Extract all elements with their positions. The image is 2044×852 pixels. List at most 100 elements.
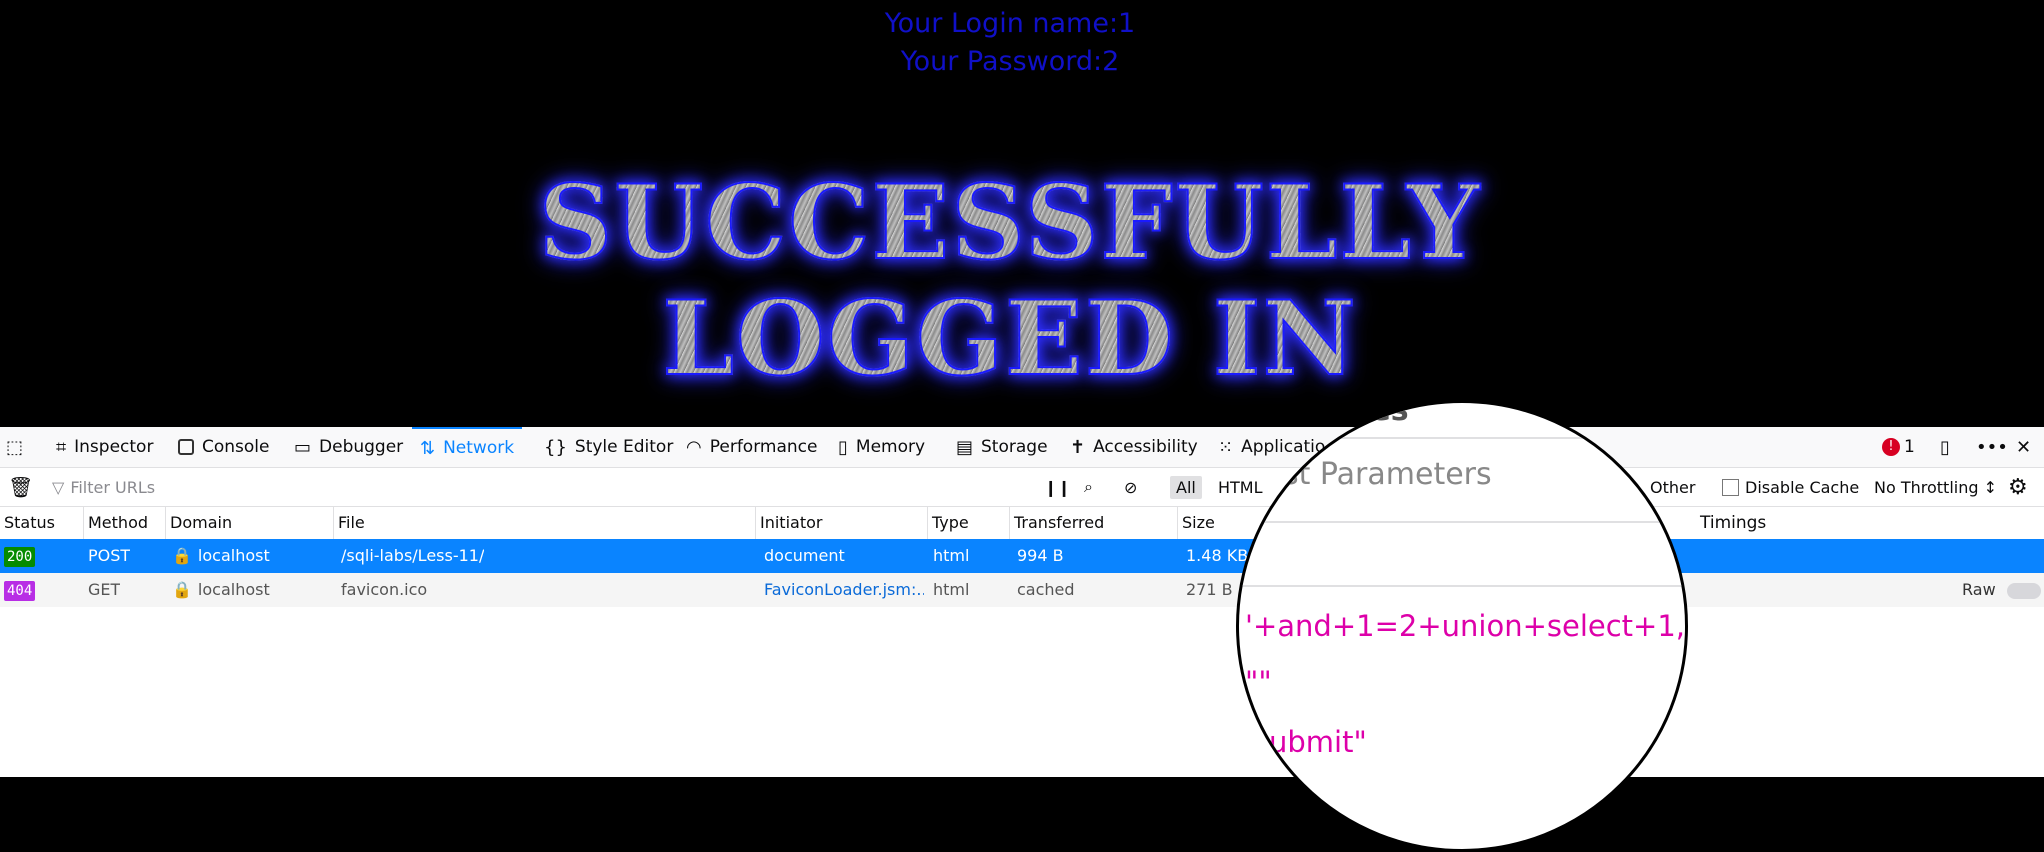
type-cell: html <box>933 546 970 565</box>
filter-other-button[interactable]: Other <box>1644 468 1701 506</box>
page-content: Your Login name:1 Your Password:2 SUCCES… <box>0 0 2044 427</box>
tab-console[interactable]: Console <box>178 427 270 467</box>
tab-label: Inspector <box>74 437 154 457</box>
close-icon: ✕ <box>2016 436 2032 458</box>
file-cell: /sqli-labs/Less-11/ <box>341 546 485 565</box>
tab-memory[interactable]: ▯ Memory <box>838 427 925 467</box>
pause-button[interactable]: ❙❙ <box>1044 468 1071 506</box>
block-button[interactable]: ⊘ <box>1124 468 1137 506</box>
filter-icon: ▽ <box>52 477 65 497</box>
block-icon: ⊘ <box>1124 477 1138 497</box>
initiator-cell: document <box>764 546 845 565</box>
gauge-icon: ◠ <box>686 436 702 458</box>
lock-icon: 🔒 <box>172 580 192 599</box>
network-settings-button[interactable]: ⚙ <box>2008 468 2028 506</box>
size-cell: 1.48 KB <box>1186 546 1249 565</box>
throttling-select[interactable]: No Throttling ↕ <box>1874 468 1997 506</box>
status-cell: 200 <box>4 539 36 573</box>
tab-accessibility[interactable]: ✝ Accessibility <box>1070 427 1198 467</box>
dock-icon: ▯ <box>1940 436 1950 458</box>
request-parameters-label: st Parameters <box>1283 457 1492 492</box>
type-cell: html <box>933 580 970 599</box>
storage-icon: ▤ <box>956 436 974 458</box>
column-method[interactable]: Method <box>84 507 166 539</box>
domain-text: localhost <box>197 546 270 565</box>
filter-other-label: Other <box>1650 477 1696 497</box>
column-file[interactable]: File <box>334 507 756 539</box>
file-cell: favicon.ico <box>341 580 428 599</box>
param-value-username: '+and+1=2+union+select+1,2#" <box>1245 609 1685 643</box>
magnifier-overlay: ookies st Parameters '+and+1=2+union+sel… <box>1236 400 1688 852</box>
chip-icon: ▯ <box>838 436 848 458</box>
success-banner-line2: LOGGED IN <box>0 283 2020 395</box>
element-picker-button[interactable]: ⬚ <box>6 427 31 467</box>
tab-debugger[interactable]: ▭ Debugger <box>294 427 403 467</box>
cookies-tab-label: ookies <box>1299 400 1409 428</box>
tab-style-editor[interactable]: {} Style Editor <box>544 427 673 467</box>
tab-inspector[interactable]: ⌗ Inspector <box>56 427 153 467</box>
tab-label: Network <box>443 438 515 458</box>
inspector-icon: ⌗ <box>56 436 67 458</box>
throttling-label: No Throttling ↕ <box>1874 477 1997 497</box>
status-cell: 404 <box>4 573 36 607</box>
pause-icon: ❙❙ <box>1044 477 1071 497</box>
tab-label: Memory <box>855 437 926 457</box>
method-cell: POST <box>88 546 131 565</box>
column-type[interactable]: Type <box>928 507 1010 539</box>
domain-text: localhost <box>197 580 270 599</box>
tab-label: Storage <box>981 437 1048 457</box>
tab-network[interactable]: ⇅ Network <box>412 427 523 467</box>
disable-cache-checkbox[interactable]: Disable Cache <box>1722 468 1859 506</box>
person-icon: ✝ <box>1070 436 1086 458</box>
search-icon: ⌕ <box>1084 477 1093 496</box>
console-icon <box>178 439 194 455</box>
size-cell: 271 B <box>1186 580 1233 599</box>
tab-label: Performance <box>709 437 818 457</box>
lock-icon: 🔒 <box>172 546 192 565</box>
tab-label: Console <box>202 437 270 457</box>
toggle-switch <box>2006 582 2041 599</box>
more-options-button[interactable]: ••• <box>1976 427 2016 467</box>
filter-urls-input[interactable]: ▽ Filter URLs <box>52 468 1012 506</box>
status-badge: 404 <box>4 581 36 601</box>
tab-label: Debugger <box>319 437 404 457</box>
raw-toggle[interactable]: Raw <box>1962 573 2041 607</box>
column-domain[interactable]: Domain <box>166 507 334 539</box>
table-row[interactable]: 200 POST 🔒 localhost /sqli-labs/Less-11/ … <box>0 539 2044 573</box>
filter-html-button[interactable]: HTML <box>1212 468 1269 506</box>
transferred-cell: 994 B <box>1017 546 1064 565</box>
login-name-text: Your Login name:1 <box>884 8 1136 39</box>
tab-storage[interactable]: ▤ Storage <box>956 427 1048 467</box>
grid-icon: ⁙ <box>1218 436 1234 458</box>
checkbox-icon <box>1722 478 1739 496</box>
debugger-icon: ▭ <box>294 436 312 458</box>
filter-placeholder: Filter URLs <box>70 477 156 497</box>
dock-button[interactable]: ▯ <box>1940 427 1958 467</box>
tab-timings[interactable]: Timings <box>1696 507 1816 539</box>
raw-label: Raw <box>1962 580 1996 599</box>
divider <box>1239 437 1685 439</box>
search-button[interactable]: ⌕ <box>1084 468 1093 506</box>
domain-cell: 🔒 localhost <box>172 573 270 607</box>
domain-cell: 🔒 localhost <box>172 539 270 573</box>
clear-requests-button[interactable]: 🗑 <box>8 468 33 506</box>
tab-label: Style Editor <box>574 437 674 457</box>
error-count-badge[interactable]: ! 1 <box>1882 427 1915 467</box>
braces-icon: {} <box>544 436 567 458</box>
column-initiator[interactable]: Initiator <box>756 507 928 539</box>
column-status[interactable]: Status <box>0 507 84 539</box>
divider <box>1239 521 1685 523</box>
column-transferred[interactable]: Transferred <box>1010 507 1178 539</box>
close-devtools-button[interactable]: ✕ <box>2016 427 2039 467</box>
tab-performance[interactable]: ◠ Performance <box>686 427 817 467</box>
filter-all-label: All <box>1170 475 1202 499</box>
table-row[interactable]: 404 GET 🔒 localhost favicon.ico FaviconLo… <box>0 573 2044 607</box>
network-icon: ⇅ <box>420 437 436 459</box>
network-filter-bar: 🗑 ▽ Filter URLs ❙❙ ⌕ ⊘ All HTML Other Dis… <box>0 468 2044 507</box>
devtools-toolbar: ⬚ ⌗ Inspector Console ▭ Debugger ⇅ Network … <box>0 427 2044 468</box>
filter-all-button[interactable]: All <box>1170 468 1202 506</box>
disable-cache-label: Disable Cache <box>1745 477 1860 497</box>
devtools-panel: ⬚ ⌗ Inspector Console ▭ Debugger ⇅ Network … <box>0 427 2044 777</box>
initiator-link[interactable]: FaviconLoader.jsm:... <box>764 573 924 607</box>
column-size[interactable]: Size <box>1178 507 1258 539</box>
